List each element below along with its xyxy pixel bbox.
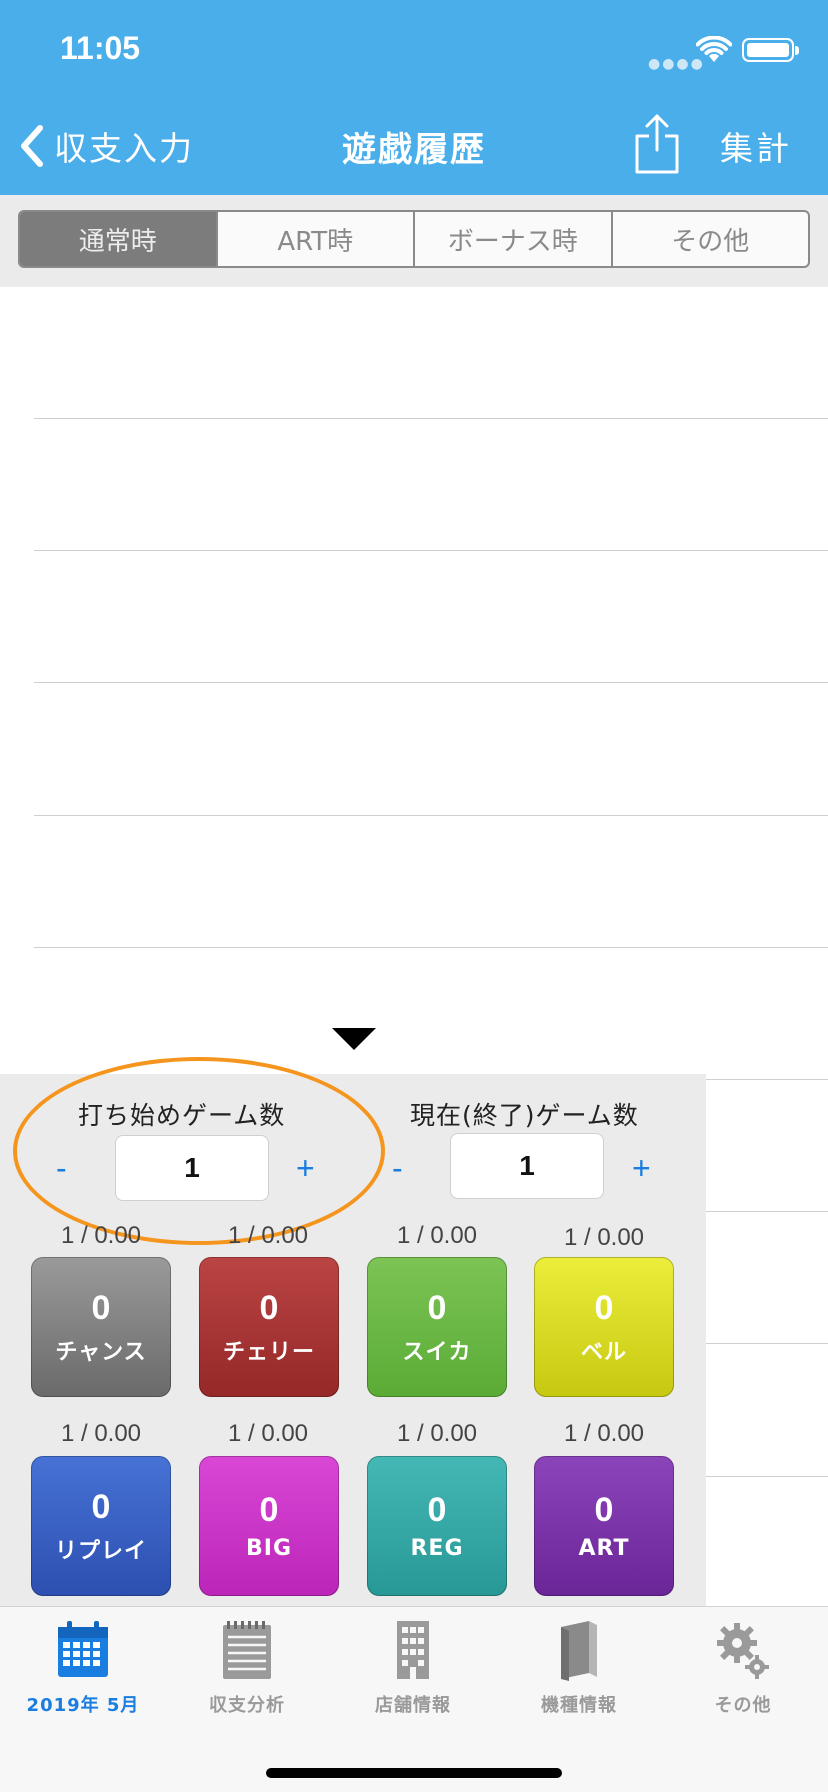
tab-stores[interactable]: 店舗情報 — [338, 1619, 488, 1717]
list-separator — [34, 815, 828, 816]
cherry-count: 0 — [259, 1288, 279, 1327]
notepad-icon — [223, 1621, 271, 1679]
suika-rate: 1 / 0.00 — [396, 1222, 478, 1249]
building-icon — [397, 1621, 429, 1679]
gears-icon — [717, 1623, 769, 1679]
bell-label: ベル — [580, 1339, 627, 1365]
art-count: 0 — [594, 1491, 614, 1529]
collapse-triangle-icon[interactable] — [332, 1028, 376, 1050]
tab-other-label: その他 — [714, 1695, 772, 1716]
big-button[interactable]: 0 BIG — [199, 1456, 339, 1596]
big-label: BIG — [245, 1536, 292, 1561]
replay-label: リプレイ — [54, 1538, 147, 1564]
navigation-header: 11:05 ●●●● 収支入力 遊戯履歴 集計 — [0, 0, 828, 195]
tab-machines[interactable]: 機種情報 — [504, 1619, 654, 1717]
highlight-ellipse — [13, 1057, 385, 1245]
replay-rate: 1 / 0.00 — [60, 1420, 142, 1447]
cherry-rate: 1 / 0.00 — [227, 1222, 309, 1249]
suika-button[interactable]: 0 スイカ — [367, 1257, 507, 1397]
current-minus-button[interactable]: - — [392, 1150, 403, 1187]
chance-button[interactable]: 0 チャンス — [31, 1257, 171, 1397]
replay-button[interactable]: 0 リプレイ — [31, 1456, 171, 1596]
status-time: 11:05 — [60, 30, 141, 66]
tab-stores-label: 店舗情報 — [375, 1695, 451, 1716]
current-games-label: 現在(終了)ゲーム数 — [410, 1101, 639, 1130]
current-plus-button[interactable]: + — [632, 1150, 651, 1187]
tab-calendar[interactable]: 2019年 5月 — [8, 1619, 158, 1717]
segment-bonus[interactable]: ボーナス時 — [415, 212, 613, 266]
home-indicator[interactable] — [266, 1768, 562, 1778]
chance-label: チャンス — [55, 1339, 147, 1365]
suika-count: 0 — [427, 1288, 447, 1327]
total-button[interactable]: 集計 — [720, 122, 792, 170]
chance-count: 0 — [91, 1288, 111, 1327]
tab-machines-label: 機種情報 — [541, 1695, 617, 1716]
art-button[interactable]: 0 ART — [534, 1456, 674, 1596]
calendar-icon — [58, 1621, 108, 1677]
book-icon — [561, 1621, 597, 1681]
page-title: 遊戯履歴 — [342, 130, 486, 170]
chance-rate: 1 / 0.00 — [60, 1222, 142, 1249]
list-separator — [34, 550, 828, 551]
suika-label: スイカ — [402, 1339, 472, 1365]
segment-bar: 通常時 ART時 ボーナス時 その他 — [0, 195, 828, 287]
big-count: 0 — [259, 1491, 279, 1529]
reg-count: 0 — [427, 1491, 447, 1529]
tab-calendar-label: 2019年 5月 — [26, 1695, 140, 1716]
segment-normal[interactable]: 通常時 — [20, 212, 218, 266]
tab-other[interactable]: その他 — [668, 1619, 818, 1717]
list-separator — [34, 682, 828, 683]
tab-analysis[interactable]: 収支分析 — [172, 1619, 322, 1717]
art-label: ART — [578, 1536, 630, 1561]
cherry-button[interactable]: 0 チェリー — [199, 1257, 339, 1397]
reg-label: REG — [410, 1536, 464, 1561]
battery-icon — [742, 38, 799, 62]
bell-button[interactable]: 0 ベル — [534, 1257, 674, 1397]
bell-rate: 1 / 0.00 — [563, 1224, 645, 1251]
current-games-input[interactable]: 1 — [450, 1133, 604, 1199]
mode-segmented-control: 通常時 ART時 ボーナス時 その他 — [18, 210, 810, 268]
segment-other[interactable]: その他 — [613, 212, 809, 266]
segment-art[interactable]: ART時 — [218, 212, 415, 266]
big-rate: 1 / 0.00 — [227, 1420, 309, 1447]
list-separator — [34, 947, 828, 948]
cherry-label: チェリー — [222, 1339, 315, 1365]
art-rate: 1 / 0.00 — [563, 1420, 645, 1447]
tab-analysis-label: 収支分析 — [209, 1695, 285, 1716]
reg-rate: 1 / 0.00 — [396, 1420, 478, 1447]
list-separator — [34, 418, 828, 419]
reg-button[interactable]: 0 REG — [367, 1456, 507, 1596]
share-icon[interactable] — [632, 112, 682, 176]
tab-bar: 2019年 5月 収支分析 店舗情報 機種情報 その他 — [0, 1606, 828, 1792]
replay-count: 0 — [91, 1487, 111, 1526]
wifi-icon — [696, 36, 732, 62]
bell-count: 0 — [594, 1288, 614, 1327]
